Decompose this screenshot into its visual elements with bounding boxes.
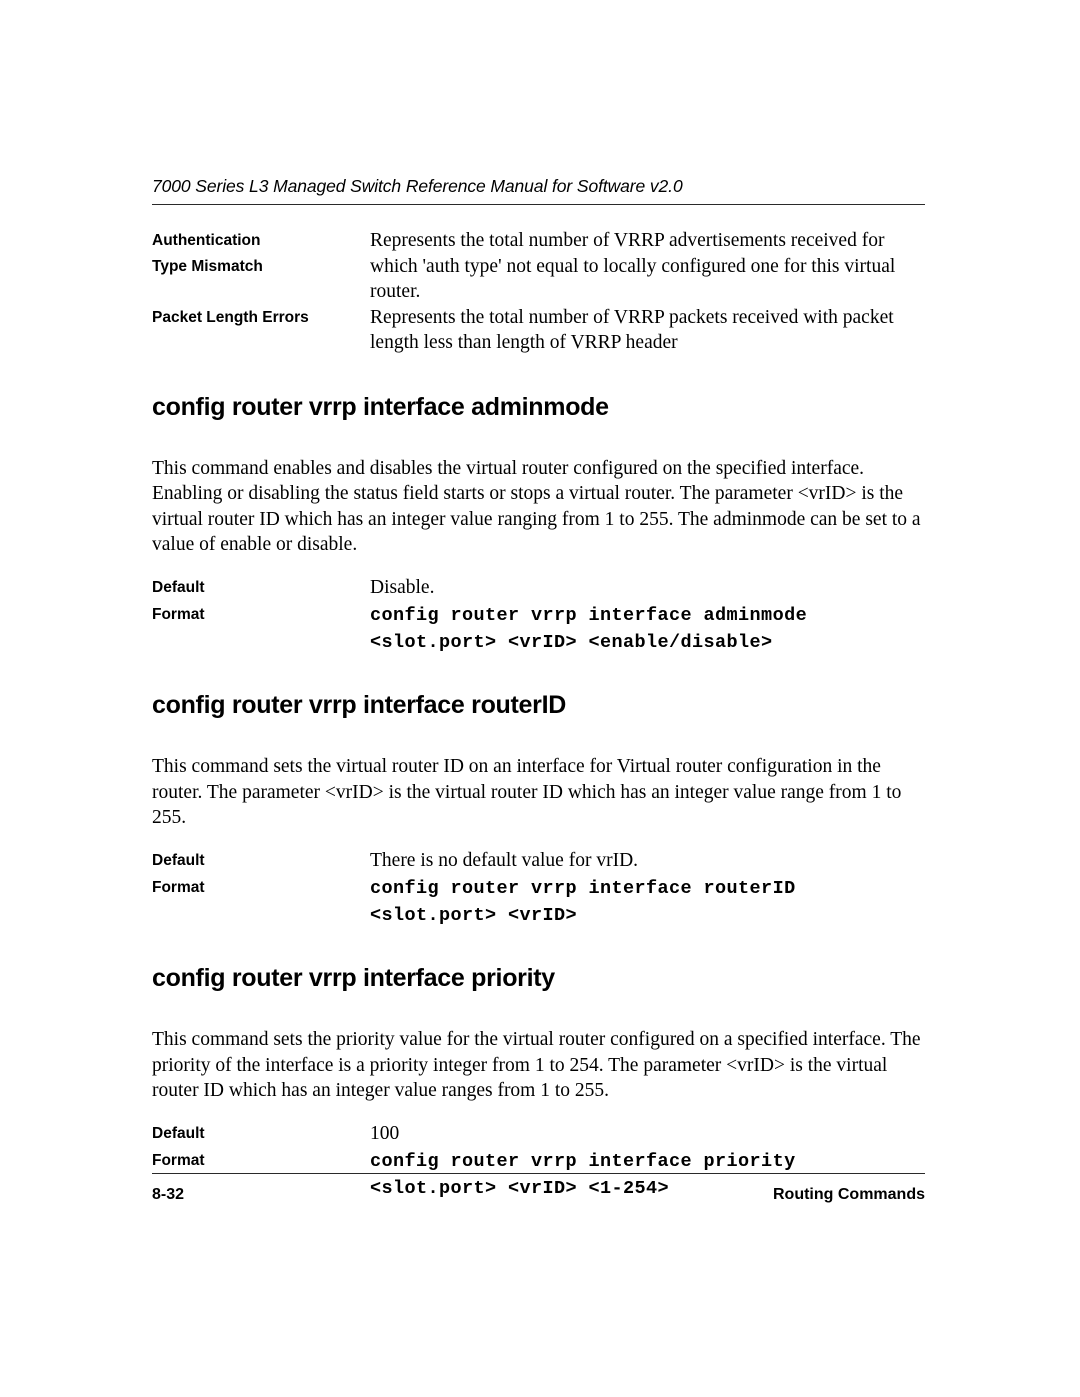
definition-label: Authentication Type Mismatch bbox=[152, 228, 370, 279]
page-footer: 8-32 Routing Commands bbox=[152, 1173, 925, 1204]
document-page: 7000 Series L3 Managed Switch Reference … bbox=[0, 0, 1080, 1397]
definition-row: Packet Length Errors Represents the tota… bbox=[152, 305, 925, 356]
header-divider bbox=[152, 204, 925, 205]
definition-description: Represents the total number of VRRP pack… bbox=[370, 305, 925, 356]
default-row: Default 100 bbox=[152, 1121, 925, 1147]
format-value: config router vrrp interface adminmode <… bbox=[370, 602, 925, 656]
default-row: Default There is no default value for vr… bbox=[152, 848, 925, 874]
page-number: 8-32 bbox=[152, 1186, 185, 1203]
format-parameters: <slot.port> <vrID> bbox=[370, 905, 578, 926]
default-value: 100 bbox=[370, 1122, 400, 1144]
statistics-definition-table: Authentication Type Mismatch Represents … bbox=[152, 228, 925, 356]
command-description: This command sets the priority value for… bbox=[152, 1029, 921, 1101]
page-header: 7000 Series L3 Managed Switch Reference … bbox=[152, 176, 925, 205]
page-content: Authentication Type Mismatch Represents … bbox=[152, 228, 925, 1202]
format-row: Format config router vrrp interface admi… bbox=[152, 602, 925, 656]
command-section-routerid: config router vrrp interface routerID Th… bbox=[152, 690, 925, 929]
command-heading: config router vrrp interface priority bbox=[152, 964, 555, 992]
definition-description: Represents the total number of VRRP adve… bbox=[370, 228, 925, 305]
footer-divider bbox=[152, 1173, 925, 1174]
default-value: There is no default value for vrID. bbox=[370, 849, 639, 871]
format-command: config router vrrp interface adminmode bbox=[370, 605, 808, 626]
command-heading: config router vrrp interface adminmode bbox=[152, 392, 609, 421]
default-value: Disable. bbox=[370, 576, 435, 598]
format-label: Format bbox=[152, 879, 205, 896]
chapter-title: Routing Commands bbox=[773, 1186, 925, 1203]
footer-row: 8-32 Routing Commands bbox=[152, 1186, 925, 1204]
definition-label-line1: Authentication bbox=[152, 232, 261, 249]
default-row: Default Disable. bbox=[152, 575, 925, 601]
command-heading: config router vrrp interface routerID bbox=[152, 691, 566, 719]
format-command: config router vrrp interface routerID bbox=[370, 878, 796, 899]
definition-description-text: Represents the total number of VRRP pack… bbox=[370, 306, 894, 354]
format-row: Format config router vrrp interface rout… bbox=[152, 875, 925, 929]
definition-row: Authentication Type Mismatch Represents … bbox=[152, 228, 925, 305]
definition-label: Packet Length Errors bbox=[152, 305, 370, 331]
format-label: Format bbox=[152, 1152, 205, 1169]
format-command: config router vrrp interface priority bbox=[370, 1151, 796, 1172]
command-description: This command sets the virtual router ID … bbox=[152, 756, 902, 828]
command-section-priority: config router vrrp interface priority Th… bbox=[152, 963, 925, 1202]
format-value: config router vrrp interface routerID <s… bbox=[370, 875, 925, 929]
definition-label-line1: Packet Length Errors bbox=[152, 308, 309, 326]
manual-title: 7000 Series L3 Managed Switch Reference … bbox=[152, 176, 683, 196]
default-label: Default bbox=[152, 851, 205, 869]
format-label: Format bbox=[152, 606, 205, 623]
command-section-adminmode: config router vrrp interface adminmode T… bbox=[152, 392, 925, 657]
default-label: Default bbox=[152, 578, 205, 596]
command-description: This command enables and disables the vi… bbox=[152, 457, 921, 556]
default-label: Default bbox=[152, 1124, 205, 1142]
definition-label-line2: Type Mismatch bbox=[152, 257, 263, 275]
definition-description-text: Represents the total number of VRRP adve… bbox=[370, 230, 896, 302]
format-parameters: <slot.port> <vrID> <enable/disable> bbox=[370, 632, 773, 653]
